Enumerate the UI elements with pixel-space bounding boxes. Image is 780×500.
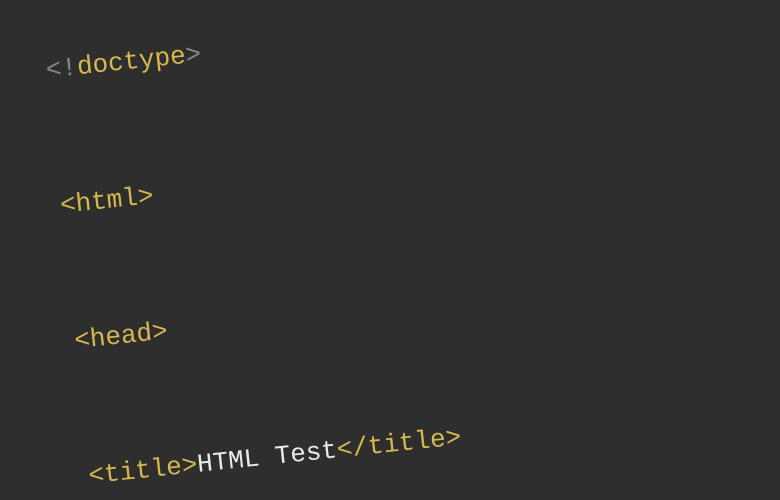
line-number	[0, 54, 48, 96]
code-line: <head>	[0, 239, 780, 365]
code-line: <!doctype>	[0, 0, 780, 95]
code-editor-viewport: <!doctype> <html> <head> <title>HTML Tes…	[0, 0, 780, 500]
code-content[interactable]: <html>	[58, 179, 155, 223]
code-line: <title>HTML Test</title>	[13, 375, 780, 500]
line-number	[0, 324, 76, 366]
line-number	[0, 189, 62, 231]
code-line: <html>	[0, 104, 780, 230]
line-number	[13, 459, 90, 500]
code-sheet: <!doctype> <html> <head> <title>HTML Tes…	[0, 0, 780, 500]
code-content[interactable]: <!doctype>	[44, 37, 203, 87]
code-content[interactable]: <head>	[73, 314, 170, 358]
code-content[interactable]: <title>HTML Test</title>	[87, 420, 463, 493]
